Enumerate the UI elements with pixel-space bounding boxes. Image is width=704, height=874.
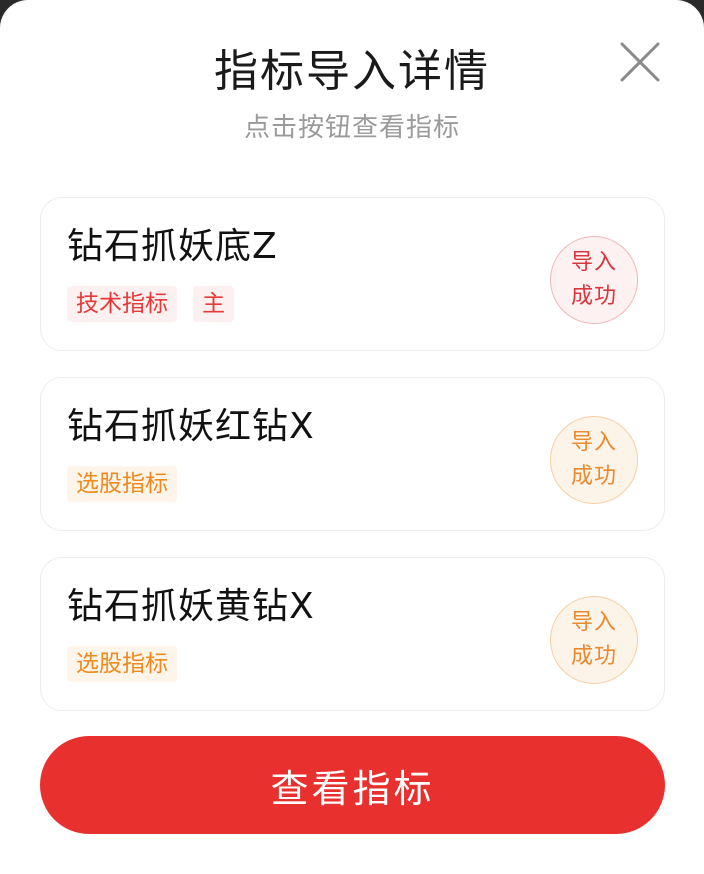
import-success-stamp: 导入 成功 xyxy=(550,596,638,684)
tag-stock-selection-indicator: 选股指标 xyxy=(67,466,177,502)
close-button[interactable] xyxy=(618,40,662,84)
tag-stock-selection-indicator: 选股指标 xyxy=(67,646,177,682)
indicator-tags: 技术指标 主 xyxy=(67,286,234,322)
indicator-name: 钻石抓妖黄钻X xyxy=(67,586,315,627)
import-success-stamp: 导入 成功 xyxy=(550,236,638,324)
dialog-title: 指标导入详情 xyxy=(214,46,490,97)
stamp-line-2: 成功 xyxy=(570,644,617,669)
indicator-name: 钻石抓妖红钻X xyxy=(67,406,315,447)
list-item: 钻石抓妖红钻X 选股指标 导入 成功 xyxy=(40,377,665,531)
import-details-dialog: 指标导入详情 点击按钮查看指标 钻石抓妖底Z 技术指标 主 导入 成功 钻石抓妖… xyxy=(0,0,704,874)
indicator-name: 钻石抓妖底Z xyxy=(67,226,278,267)
tag-technical-indicator: 技术指标 xyxy=(67,286,177,322)
tag-main: 主 xyxy=(193,286,234,322)
stamp-line-1: 导入 xyxy=(570,610,617,635)
list-item: 钻石抓妖黄钻X 选股指标 导入 成功 xyxy=(40,557,665,711)
dialog-subtitle: 点击按钮查看指标 xyxy=(243,113,460,143)
stamp-line-1: 导入 xyxy=(570,430,617,455)
indicator-list: 钻石抓妖底Z 技术指标 主 导入 成功 钻石抓妖红钻X 选股指标 导入 成功 钻… xyxy=(40,197,665,737)
view-indicators-button[interactable]: 查看指标 xyxy=(40,736,665,834)
list-item: 钻石抓妖底Z 技术指标 主 导入 成功 xyxy=(40,197,665,351)
indicator-tags: 选股指标 xyxy=(67,646,177,682)
stamp-line-2: 成功 xyxy=(570,464,617,489)
indicator-tags: 选股指标 xyxy=(67,466,177,502)
stamp-line-1: 导入 xyxy=(570,250,617,275)
stamp-line-2: 成功 xyxy=(570,284,617,309)
close-icon xyxy=(620,42,660,82)
import-success-stamp: 导入 成功 xyxy=(550,416,638,504)
